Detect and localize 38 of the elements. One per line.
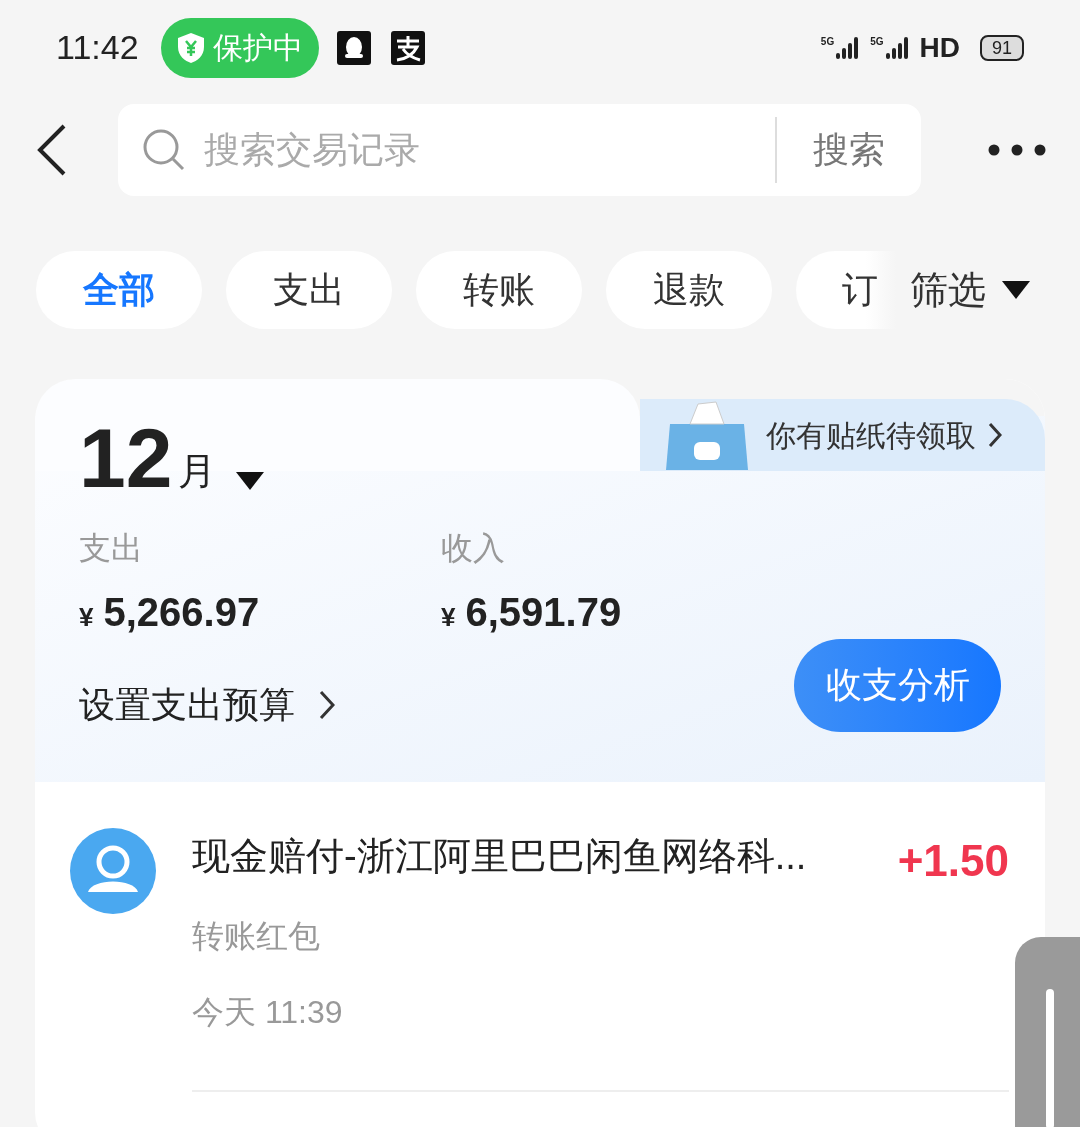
shield-icon xyxy=(176,31,205,64)
transaction-title[interactable]: 现金赔付-浙江阿里巴巴闲鱼网络科... xyxy=(192,828,807,885)
payment-app-icon xyxy=(390,30,425,65)
transaction-category: 转账红包 xyxy=(192,917,321,956)
expense-label: 支出 xyxy=(79,529,144,568)
transaction-amount: +1.50 xyxy=(897,835,1009,887)
expense-amount: ¥ 5,266.97 xyxy=(79,589,261,636)
back-icon[interactable] xyxy=(36,124,68,176)
chevron-right-icon xyxy=(988,422,1002,448)
filter-menu-label[interactable]: 筛选 xyxy=(910,261,986,319)
dropdown-caret-icon[interactable] xyxy=(1002,281,1030,299)
avatar-icon xyxy=(70,828,156,914)
penguin-icon xyxy=(336,30,371,65)
battery-indicator: 91 xyxy=(979,34,1024,61)
chevron-right-icon[interactable] xyxy=(319,690,335,720)
filter-tab[interactable]: 转账 xyxy=(416,251,582,329)
signal-icon xyxy=(885,36,910,59)
filter-tab[interactable]: 退款 xyxy=(606,251,772,329)
network-type-label: 5G xyxy=(820,36,835,47)
scroll-handle[interactable] xyxy=(1015,937,1080,1127)
network-type-label: 5G xyxy=(870,36,884,47)
sticker-banner[interactable]: 你有贴纸待领取 xyxy=(640,399,1045,471)
month-unit[interactable]: 月 xyxy=(178,443,217,500)
hd-label: HD xyxy=(919,30,960,65)
clock-time: 11:42 xyxy=(56,27,139,68)
analysis-button[interactable]: 收支分析 xyxy=(794,638,1001,732)
filter-tab[interactable]: 支出 xyxy=(226,251,392,329)
search-field[interactable]: 搜索交易记录 搜索 xyxy=(118,104,921,196)
budget-link[interactable]: 设置支出预算 xyxy=(79,678,295,732)
transaction-time: 今天 11:39 xyxy=(192,993,344,1032)
filter-tab[interactable]: 全部 xyxy=(36,251,202,329)
search-button[interactable]: 搜索 xyxy=(777,123,897,177)
income-label: 收入 xyxy=(441,529,506,568)
more-icon[interactable] xyxy=(988,144,1046,156)
search-icon xyxy=(142,128,186,172)
signal-icon xyxy=(836,36,861,59)
month-number[interactable]: 12 xyxy=(79,416,173,500)
income-amount: ¥ 6,591.79 xyxy=(441,589,622,636)
